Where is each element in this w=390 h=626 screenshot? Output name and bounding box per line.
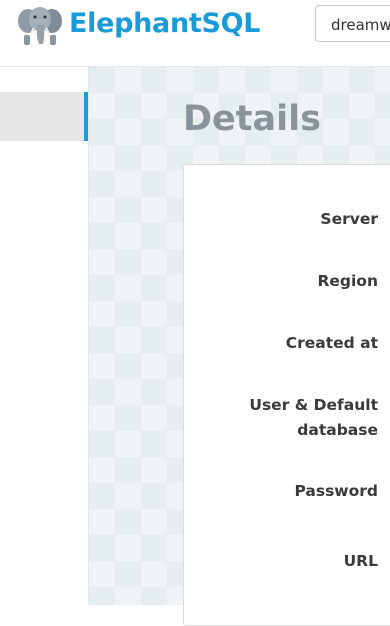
- url-label: URL: [343, 552, 378, 570]
- created-at-label: Created at: [285, 334, 378, 352]
- region-label: Region: [317, 272, 378, 290]
- user-default-label-line2: database: [297, 421, 378, 439]
- brand-name[interactable]: ElephantSQL: [69, 8, 261, 39]
- password-label: Password: [294, 482, 378, 500]
- instance-select[interactable]: dreamw: [315, 5, 390, 42]
- app-header: ElephantSQL dreamw: [0, 0, 390, 67]
- sidebar-item-details[interactable]: [0, 92, 88, 141]
- elephant-icon[interactable]: [15, 1, 65, 47]
- server-label: Server: [320, 210, 378, 228]
- details-card: Server Region Created at User & Default …: [183, 164, 390, 626]
- user-default-label-line1: User & Default: [249, 396, 378, 414]
- sidebar: [0, 67, 89, 605]
- user-default-database-label: User & Default database: [249, 393, 378, 443]
- page-title: Details: [183, 99, 321, 139]
- main-content: Details Server Region Created at User & …: [89, 67, 390, 626]
